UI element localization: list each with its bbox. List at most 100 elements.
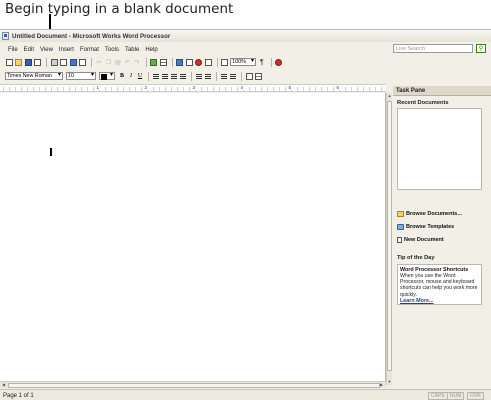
document-editing-area[interactable] (0, 93, 386, 385)
scroll-right-icon[interactable]: ▶ (380, 382, 383, 387)
picture-icon (185, 58, 193, 66)
recent-documents-list[interactable] (397, 108, 482, 190)
paste-button[interactable]: ▤ (114, 58, 122, 66)
font-color-select[interactable] (99, 72, 115, 80)
hyperlink-icon (150, 58, 157, 66)
toolbar-separator (241, 71, 242, 81)
undo-button[interactable]: ↶ (124, 58, 132, 66)
justify-icon (180, 73, 186, 79)
callout-caption: Begin typing in a blank document (5, 1, 234, 17)
hyperlink-button[interactable] (150, 58, 158, 66)
new-document-button[interactable] (5, 58, 13, 66)
copy-icon: ❐ (105, 59, 112, 66)
window-title: Untitled Document - Microsoft Works Word… (12, 32, 171, 40)
zoom-select[interactable]: 100% (230, 58, 256, 66)
page-indicator: Page 1 of 1 (3, 393, 34, 399)
menu-view[interactable]: View (40, 47, 53, 53)
menu-tools[interactable]: Tools (105, 47, 119, 53)
save-as-button[interactable] (34, 58, 42, 66)
horizontal-ruler[interactable]: 1 2 3 4 5 6 (0, 84, 386, 92)
menu-insert[interactable]: Insert (59, 47, 74, 53)
align-left-button[interactable] (152, 72, 160, 80)
align-center-button[interactable] (161, 72, 169, 80)
menu-edit[interactable]: Edit (24, 47, 34, 53)
new-document-link[interactable]: New Document (397, 237, 444, 243)
insert-picture-button[interactable] (185, 58, 193, 66)
font-name-select[interactable]: Times New Roman (5, 72, 63, 80)
print-preview-icon (60, 58, 67, 66)
save-as-icon (34, 58, 41, 66)
address-book-button[interactable] (204, 58, 212, 66)
insert-clipart-button[interactable] (195, 58, 203, 66)
underline-button[interactable]: U (136, 72, 144, 80)
help-button[interactable] (275, 58, 283, 66)
open-button[interactable] (15, 58, 23, 66)
print-button[interactable] (50, 58, 58, 66)
caps-indicator: CAPS (428, 392, 448, 400)
vertical-scroll-thumb[interactable] (387, 101, 392, 371)
browse-templates-label: Browse Templates (406, 224, 455, 230)
increase-indent-icon (230, 73, 236, 79)
scroll-up-icon[interactable]: ▲ (387, 93, 392, 99)
justify-button[interactable] (179, 72, 187, 80)
horizontal-scroll-thumb[interactable] (8, 383, 380, 388)
show-formatting-button[interactable]: ¶ (260, 59, 264, 66)
chart-icon (176, 58, 183, 66)
search-icon: ⚲ (478, 46, 484, 52)
menu-file[interactable]: File (8, 47, 18, 53)
insert-chart-button[interactable] (176, 58, 184, 66)
text-insertion-cursor (50, 148, 52, 156)
tip-of-the-day-label: Tip of the Day (397, 255, 435, 261)
status-bar: Page 1 of 1 CAPS NUM OVR (0, 389, 491, 400)
title-bar: Untitled Document - Microsoft Works Word… (0, 30, 491, 42)
vertical-scrollbar[interactable]: ▲ ▼ (386, 93, 392, 385)
bullets-icon (196, 73, 202, 79)
columns-button[interactable] (221, 58, 229, 66)
decrease-indent-button[interactable] (220, 72, 228, 80)
menu-format[interactable]: Format (80, 47, 99, 53)
numbering-icon (205, 73, 211, 79)
toolbar-separator (148, 71, 149, 81)
browse-documents-link[interactable]: Browse Documents... (397, 211, 462, 217)
save-button[interactable] (24, 58, 32, 66)
browse-templates-link[interactable]: Browse Templates (397, 224, 454, 230)
ovr-indicator: OVR (467, 392, 484, 400)
thesaurus-button[interactable] (79, 58, 87, 66)
menu-help[interactable]: Help (145, 47, 157, 53)
ruler-number: 2 (144, 85, 148, 90)
scroll-down-icon[interactable]: ▼ (387, 379, 392, 385)
align-left-icon (153, 73, 159, 79)
table-grid-button[interactable] (255, 72, 263, 80)
print-preview-button[interactable] (60, 58, 68, 66)
italic-button[interactable]: I (127, 72, 135, 80)
redo-button[interactable]: ↷ (133, 58, 141, 66)
increase-indent-button[interactable] (229, 72, 237, 80)
learn-more-link[interactable]: Learn More... (400, 298, 479, 304)
copy-button[interactable]: ❐ (105, 58, 113, 66)
undo-icon: ↶ (124, 59, 131, 66)
redo-icon: ↷ (134, 59, 140, 66)
horizontal-scrollbar[interactable]: ◀ ▶ (0, 381, 386, 388)
bullets-button[interactable] (195, 72, 203, 80)
live-search-input[interactable]: Live Search (393, 44, 473, 53)
borders-button[interactable] (245, 72, 253, 80)
spelling-button[interactable] (69, 58, 77, 66)
menu-table[interactable]: Table (125, 47, 139, 53)
toolbar-separator (46, 57, 47, 67)
font-color-swatch (101, 74, 107, 80)
insert-table-button[interactable] (159, 58, 167, 66)
decrease-indent-icon (221, 73, 227, 79)
scroll-left-icon[interactable]: ◀ (2, 382, 5, 387)
browse-documents-label: Browse Documents... (406, 211, 462, 217)
align-right-button[interactable] (170, 72, 178, 80)
toolbar-separator (191, 71, 192, 81)
font-size-select[interactable]: 10 (66, 72, 96, 80)
address-book-icon (204, 58, 212, 66)
document-app-icon (2, 32, 9, 40)
numbering-button[interactable] (204, 72, 212, 80)
bold-button[interactable]: B (118, 72, 126, 80)
tip-body: When you use the Word Processor, mouse a… (400, 273, 478, 298)
formatting-toolbar: Times New Roman 10 B I U (0, 70, 491, 82)
cut-button[interactable]: ✂ (95, 58, 103, 66)
search-button[interactable]: ⚲ (476, 44, 486, 53)
